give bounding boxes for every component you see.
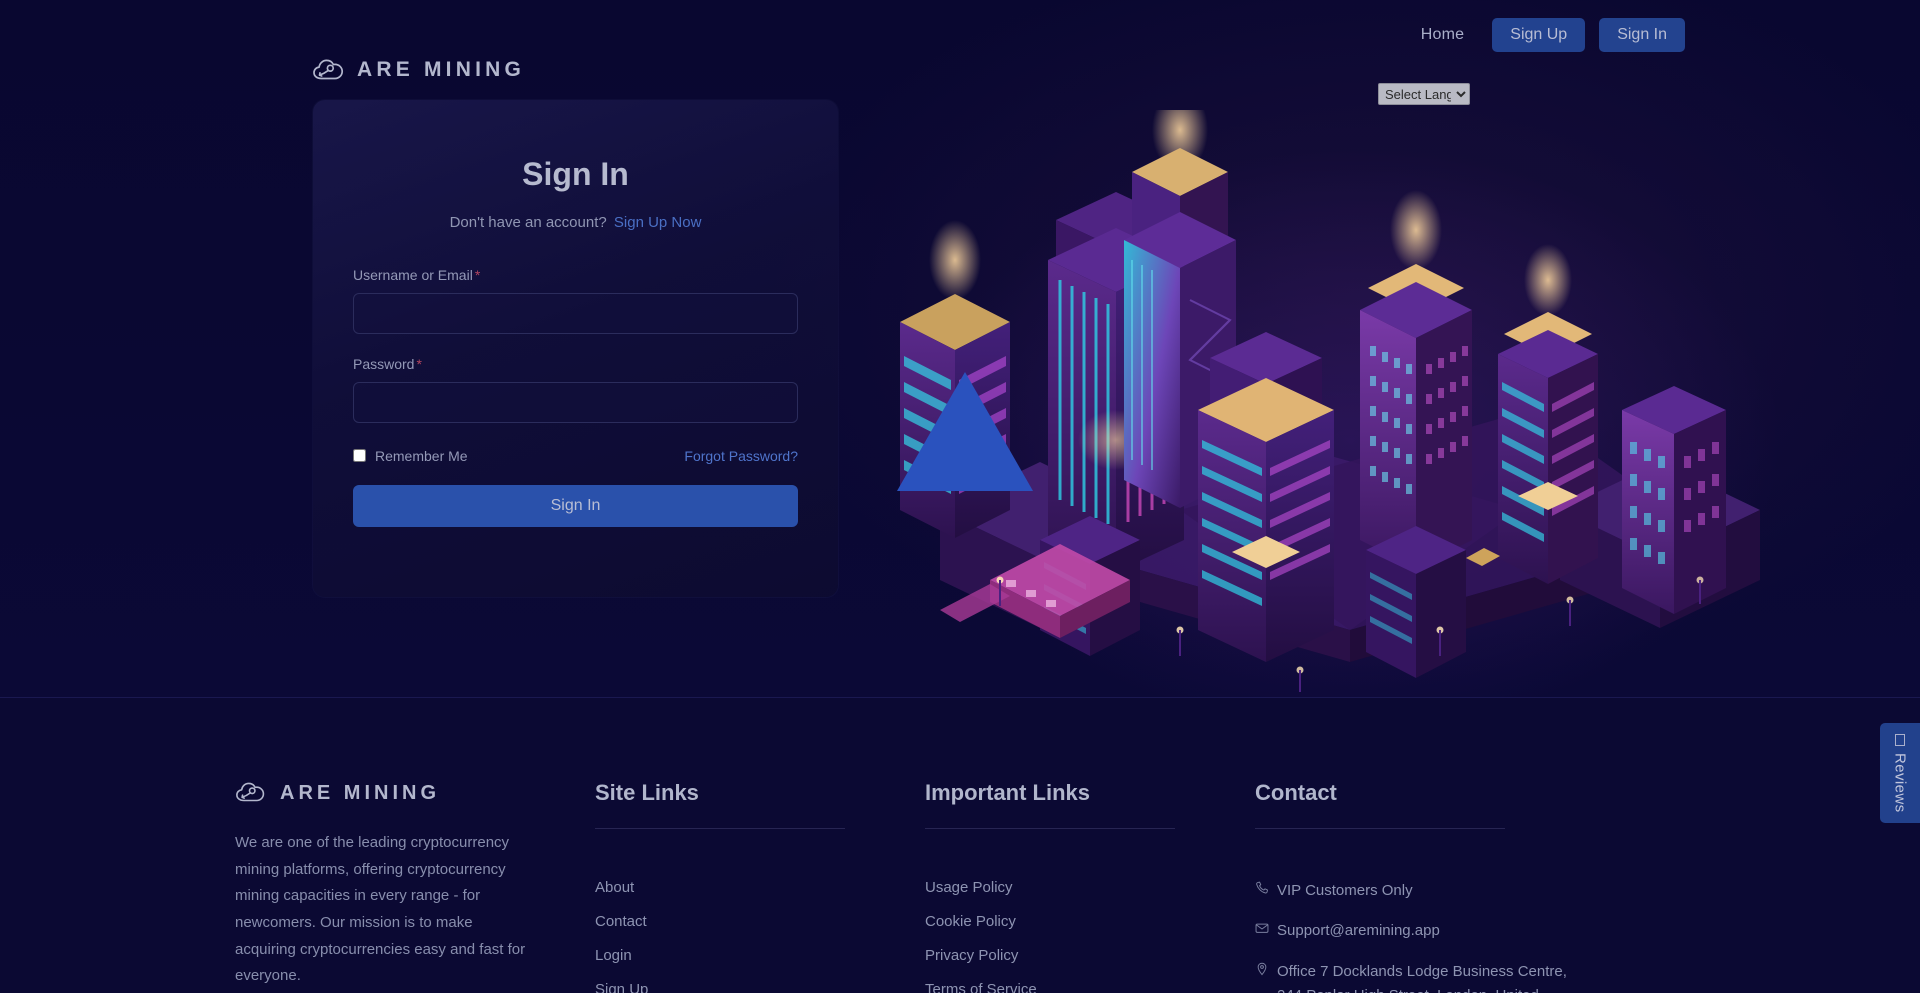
top-navbar: Home Sign Up Sign In <box>0 0 1920 76</box>
hero-section: Home Sign Up Sign In ARE MINING Select L… <box>0 0 1920 697</box>
signup-prompt-text: Don't have an account? <box>449 213 607 231</box>
contact-email-item: Support@aremining.app <box>1255 919 1585 943</box>
list-item: Usage Policy <box>925 879 1255 897</box>
footer-divider <box>925 828 1175 829</box>
footer-contact-list: VIP Customers Only Support@aremining.app <box>1255 879 1585 993</box>
footer-site-links-heading: Site Links <box>595 780 699 805</box>
footer-important-links-column: Important Links Usage Policy Cookie Poli… <box>925 780 1255 993</box>
footer-important-links-list: Usage Policy Cookie Policy Privacy Polic… <box>925 879 1255 993</box>
footer-site-links-column: Site Links About Contact Login Sign Up <box>595 780 925 993</box>
footer-divider <box>1255 828 1505 829</box>
brand-logo[interactable]: ARE MINING <box>312 57 525 83</box>
signup-prompt: Don't have an account? Sign Up Now <box>353 214 798 231</box>
footer-link-login[interactable]: Login <box>595 947 632 964</box>
language-select[interactable]: Select LanguageEnglishSpanishFrenchGerma… <box>1378 83 1470 105</box>
envelope-icon <box>1255 919 1269 943</box>
nav-signin-button[interactable]: Sign In <box>1599 18 1685 52</box>
signin-title: Sign In <box>522 156 629 192</box>
signup-now-link[interactable]: Sign Up Now <box>614 214 702 231</box>
username-field-group: Username or Email * <box>353 267 798 334</box>
username-label-text: Username or Email <box>353 266 473 283</box>
footer-contact-column: Contact VIP Customers Only Support@aremi… <box>1255 780 1585 993</box>
list-item: About <box>595 879 925 897</box>
footer-columns: ARE MINING We are one of the leading cry… <box>235 780 1685 993</box>
list-item: Cookie Policy <box>925 913 1255 931</box>
footer-link-cookie-policy[interactable]: Cookie Policy <box>925 913 1016 930</box>
language-selector-wrap: Select LanguageEnglishSpanishFrenchGerma… <box>1378 83 1470 105</box>
nav-actions: Home Sign Up Sign In <box>1407 18 1685 52</box>
list-item: Contact <box>595 913 925 931</box>
page-root: Home Sign Up Sign In ARE MINING Select L… <box>0 0 1920 993</box>
remember-me-checkbox[interactable] <box>353 449 366 463</box>
footer-important-links-heading: Important Links <box>925 780 1091 805</box>
footer-link-contact[interactable]: Contact <box>595 913 647 930</box>
password-label-text: Password <box>353 355 415 372</box>
list-item: Sign Up <box>595 981 925 993</box>
remember-forgot-row: Remember Me Forgot Password? <box>353 448 798 464</box>
phone-icon <box>1255 879 1269 903</box>
reviews-tab-inner: Reviews <box>1891 733 1909 813</box>
footer-contact-heading: Contact <box>1255 780 1337 805</box>
signin-submit-button[interactable]: Sign In <box>353 484 798 527</box>
password-input[interactable] <box>353 381 798 423</box>
nav-signup-button[interactable]: Sign Up <box>1492 18 1586 52</box>
brand-name: ARE MINING <box>357 58 525 81</box>
cloud-pickaxe-icon <box>312 57 346 83</box>
footer-link-signup[interactable]: Sign Up <box>595 981 648 993</box>
forgot-password-link[interactable]: Forgot Password? <box>684 448 798 464</box>
contact-address-item: Office 7 Docklands Lodge Business Centre… <box>1255 960 1585 993</box>
footer-brand-logo[interactable]: ARE MINING <box>235 780 535 806</box>
reviews-tab-label: Reviews <box>1891 752 1909 813</box>
footer-link-terms-of-service[interactable]: Terms of Service <box>925 981 1037 993</box>
footer-link-about[interactable]: About <box>595 879 634 896</box>
footer-about-text: We are one of the leading cryptocurrency… <box>235 834 526 985</box>
remember-me-label[interactable]: Remember Me <box>375 448 468 464</box>
username-label: Username or Email * <box>353 267 798 283</box>
contact-address-text: Office 7 Docklands Lodge Business Centre… <box>1277 962 1567 993</box>
password-field-group: Password * <box>353 356 798 423</box>
nav-link-home[interactable]: Home <box>1407 20 1478 50</box>
site-footer: ARE MINING We are one of the leading cry… <box>0 697 1920 993</box>
password-required-mark: * <box>416 355 422 372</box>
contact-email-text: Support@aremining.app <box>1277 922 1440 940</box>
footer-site-links-list: About Contact Login Sign Up <box>595 879 925 993</box>
triangle-decoration <box>897 372 1033 491</box>
list-item: Terms of Service <box>925 981 1255 993</box>
username-required-mark: * <box>474 266 481 283</box>
password-label: Password * <box>353 356 798 372</box>
username-input[interactable] <box>353 292 798 334</box>
reviews-side-tab[interactable]: Reviews <box>1880 723 1920 823</box>
list-item: Privacy Policy <box>925 947 1255 965</box>
reviews-icon <box>1895 733 1905 746</box>
list-item: Login <box>595 947 925 965</box>
signin-card: Sign In Don't have an account? Sign Up N… <box>313 100 838 597</box>
footer-link-usage-policy[interactable]: Usage Policy <box>925 879 1013 896</box>
contact-phone-item: VIP Customers Only <box>1255 879 1585 903</box>
footer-about-column: ARE MINING We are one of the leading cry… <box>235 780 595 993</box>
footer-brand-name: ARE MINING <box>280 781 440 804</box>
remember-me-group: Remember Me <box>353 448 468 464</box>
contact-phone-text: VIP Customers Only <box>1277 882 1413 899</box>
footer-link-privacy-policy[interactable]: Privacy Policy <box>925 947 1018 964</box>
location-pin-icon <box>1255 960 1269 993</box>
cloud-pickaxe-icon <box>235 780 269 806</box>
footer-divider <box>595 828 845 829</box>
